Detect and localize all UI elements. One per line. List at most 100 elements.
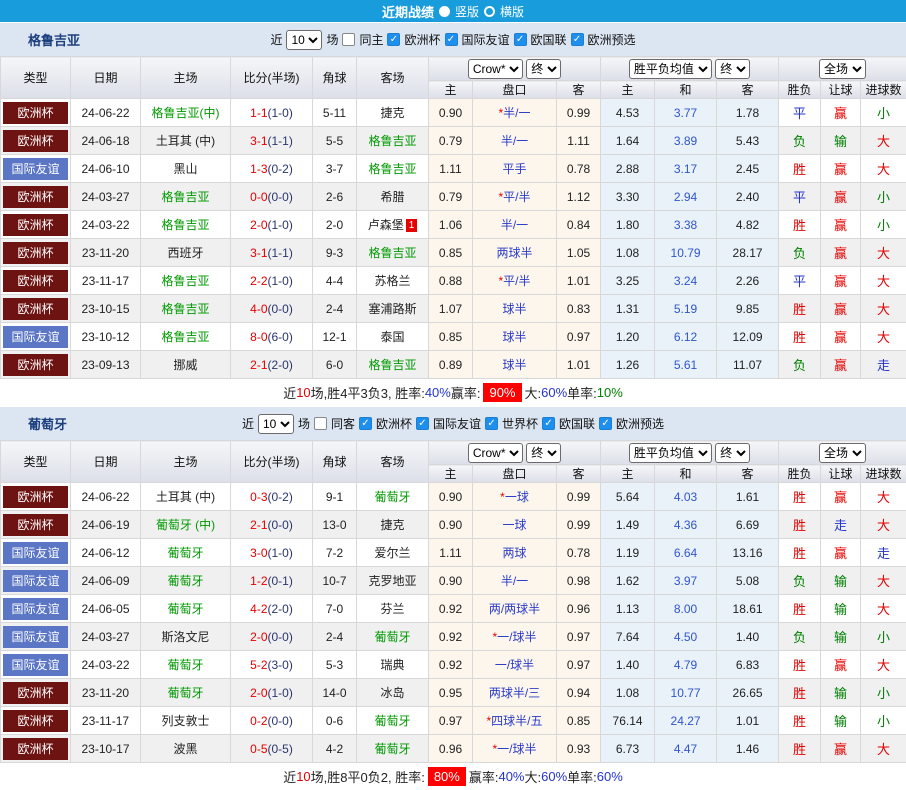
score-cell: 0-0(0-0) [231, 183, 313, 211]
league-label[interactable]: 欧国联 [559, 415, 595, 432]
column-header: 日期 [71, 441, 141, 483]
goals-cell: 大 [861, 511, 906, 539]
fulltime-score: 5-2 [250, 658, 267, 672]
halftime-score: (6-0) [268, 330, 293, 344]
handicap-cell: 两球半/三 [473, 679, 557, 707]
same-venue-checkbox[interactable] [314, 417, 327, 430]
goals-cell: 小 [861, 99, 906, 127]
away-team-name: 瑞典 [380, 658, 404, 672]
match-type-badge: 欧洲杯 [3, 514, 68, 536]
handicap-result-cell: 赢 [821, 155, 861, 183]
corner-cell: 2-0 [313, 211, 357, 239]
avg-final-select[interactable]: 终 [715, 443, 750, 463]
date-cell: 24-06-10 [71, 155, 141, 183]
league-checkbox[interactable]: ✓ [485, 417, 498, 430]
league-label[interactable]: 欧洲杯 [404, 31, 440, 48]
games-label: 场 [326, 31, 338, 48]
halftime-score: (0-0) [268, 302, 293, 316]
handicap-cell: 平手 [473, 155, 557, 183]
odds-company-select[interactable]: Crow* [468, 443, 523, 463]
odds-final-select[interactable]: 终 [526, 443, 561, 463]
result-cell: 胜 [779, 735, 821, 763]
column-header: 和 [655, 81, 717, 99]
type-cell: 国际友谊 [1, 539, 71, 567]
away-team-name: 捷克 [380, 518, 404, 532]
result-text: 负 [793, 358, 806, 373]
league-label[interactable]: 欧洲预选 [588, 31, 636, 48]
date-cell: 23-10-15 [71, 295, 141, 323]
league-checkbox[interactable]: ✓ [416, 417, 429, 430]
avg-odds-select[interactable]: 胜平负均值 [629, 59, 712, 79]
league-checkbox[interactable]: ✓ [599, 417, 612, 430]
avg-final-select[interactable]: 终 [715, 59, 750, 79]
scope-select[interactable]: 全场 [819, 59, 866, 79]
league-checkbox[interactable]: ✓ [387, 33, 400, 46]
league-label[interactable]: 国际友谊 [433, 415, 481, 432]
avg-odds-select[interactable]: 胜平负均值 [629, 443, 712, 463]
result-text: 赢 [834, 190, 847, 205]
avg-away-cell: 26.65 [717, 679, 779, 707]
avg-away-cell: 5.43 [717, 127, 779, 155]
odds-group-header: Crow* 终 [429, 57, 601, 81]
handicap-result-cell: 输 [821, 707, 861, 735]
away-team-name: 葡萄牙 [374, 714, 410, 728]
league-label[interactable]: 欧洲杯 [376, 415, 412, 432]
away-team-name: 格鲁吉亚 [368, 162, 416, 176]
result-text: 输 [834, 134, 847, 149]
summary-segment: 10 [296, 385, 310, 400]
home-odds-cell: 1.11 [429, 539, 473, 567]
same-venue-checkbox[interactable] [342, 33, 355, 46]
home-odds-cell: 0.85 [429, 323, 473, 351]
goals-cell: 大 [861, 595, 906, 623]
away-odds-cell: 0.99 [557, 483, 601, 511]
handicap-result-cell: 赢 [821, 351, 861, 379]
date-cell: 23-09-13 [71, 351, 141, 379]
home-team-name: 葡萄牙 [167, 602, 203, 616]
league-checkbox[interactable]: ✓ [542, 417, 555, 430]
league-label[interactable]: 欧洲预选 [616, 415, 664, 432]
league-label[interactable]: 国际友谊 [462, 31, 510, 48]
matches-table: 类型 日期 主场 比分(半场) 角球 客场 Crow* 终 胜平负均值 终 全场 [0, 440, 906, 763]
result-text: 胜 [793, 658, 806, 673]
avg-home-cell: 4.53 [601, 99, 655, 127]
avg-draw-cell: 4.36 [655, 511, 717, 539]
corner-cell: 13-0 [313, 511, 357, 539]
type-cell: 欧洲杯 [1, 267, 71, 295]
league-label[interactable]: 欧国联 [531, 31, 567, 48]
same-venue-label[interactable]: 同主 [359, 31, 383, 48]
league-checkbox[interactable]: ✓ [359, 417, 372, 430]
league-checkbox[interactable]: ✓ [571, 33, 584, 46]
goals-cell: 大 [861, 483, 906, 511]
away-team-name: 格鲁吉亚 [368, 358, 416, 372]
away-team-cell: 格鲁吉亚 [357, 127, 429, 155]
handicap-cell: 半/一 [473, 127, 557, 155]
corner-cell: 14-0 [313, 679, 357, 707]
scope-select[interactable]: 全场 [819, 443, 866, 463]
vertical-layout-label[interactable]: 竖版 [455, 3, 479, 20]
odds-company-select[interactable]: Crow* [468, 59, 523, 79]
column-header: 让球 [821, 81, 861, 99]
result-cell: 胜 [779, 483, 821, 511]
home-team-name: 格鲁吉亚 [161, 302, 209, 316]
home-team-name: 斯洛文尼 [161, 630, 209, 644]
league-label[interactable]: 世界杯 [502, 415, 538, 432]
home-team-cell: 格鲁吉亚 [141, 295, 231, 323]
halftime-score: (1-0) [268, 546, 293, 560]
result-text: 赢 [834, 246, 847, 261]
avg-group-header: 胜平负均值 终 [601, 441, 779, 465]
corner-cell: 2-4 [313, 623, 357, 651]
column-header: 客 [557, 465, 601, 483]
horizontal-layout-label[interactable]: 横版 [500, 3, 524, 20]
result-text: 大 [877, 302, 890, 317]
horizontal-layout-radio[interactable] [484, 6, 495, 17]
odds-final-select[interactable]: 终 [526, 59, 561, 79]
league-checkbox[interactable]: ✓ [445, 33, 458, 46]
vertical-layout-radio[interactable] [439, 6, 450, 17]
league-checkbox[interactable]: ✓ [514, 33, 527, 46]
home-team-cell: 格鲁吉亚(中) [141, 99, 231, 127]
match-row: 欧洲杯23-11-17格鲁吉亚2-2(1-0)4-4苏格兰0.88*平/半1.0… [1, 267, 906, 295]
recent-count-select[interactable]: 10 [286, 30, 322, 50]
result-text: 大 [877, 490, 890, 505]
same-venue-label[interactable]: 同客 [331, 415, 355, 432]
recent-count-select[interactable]: 10 [258, 414, 294, 434]
